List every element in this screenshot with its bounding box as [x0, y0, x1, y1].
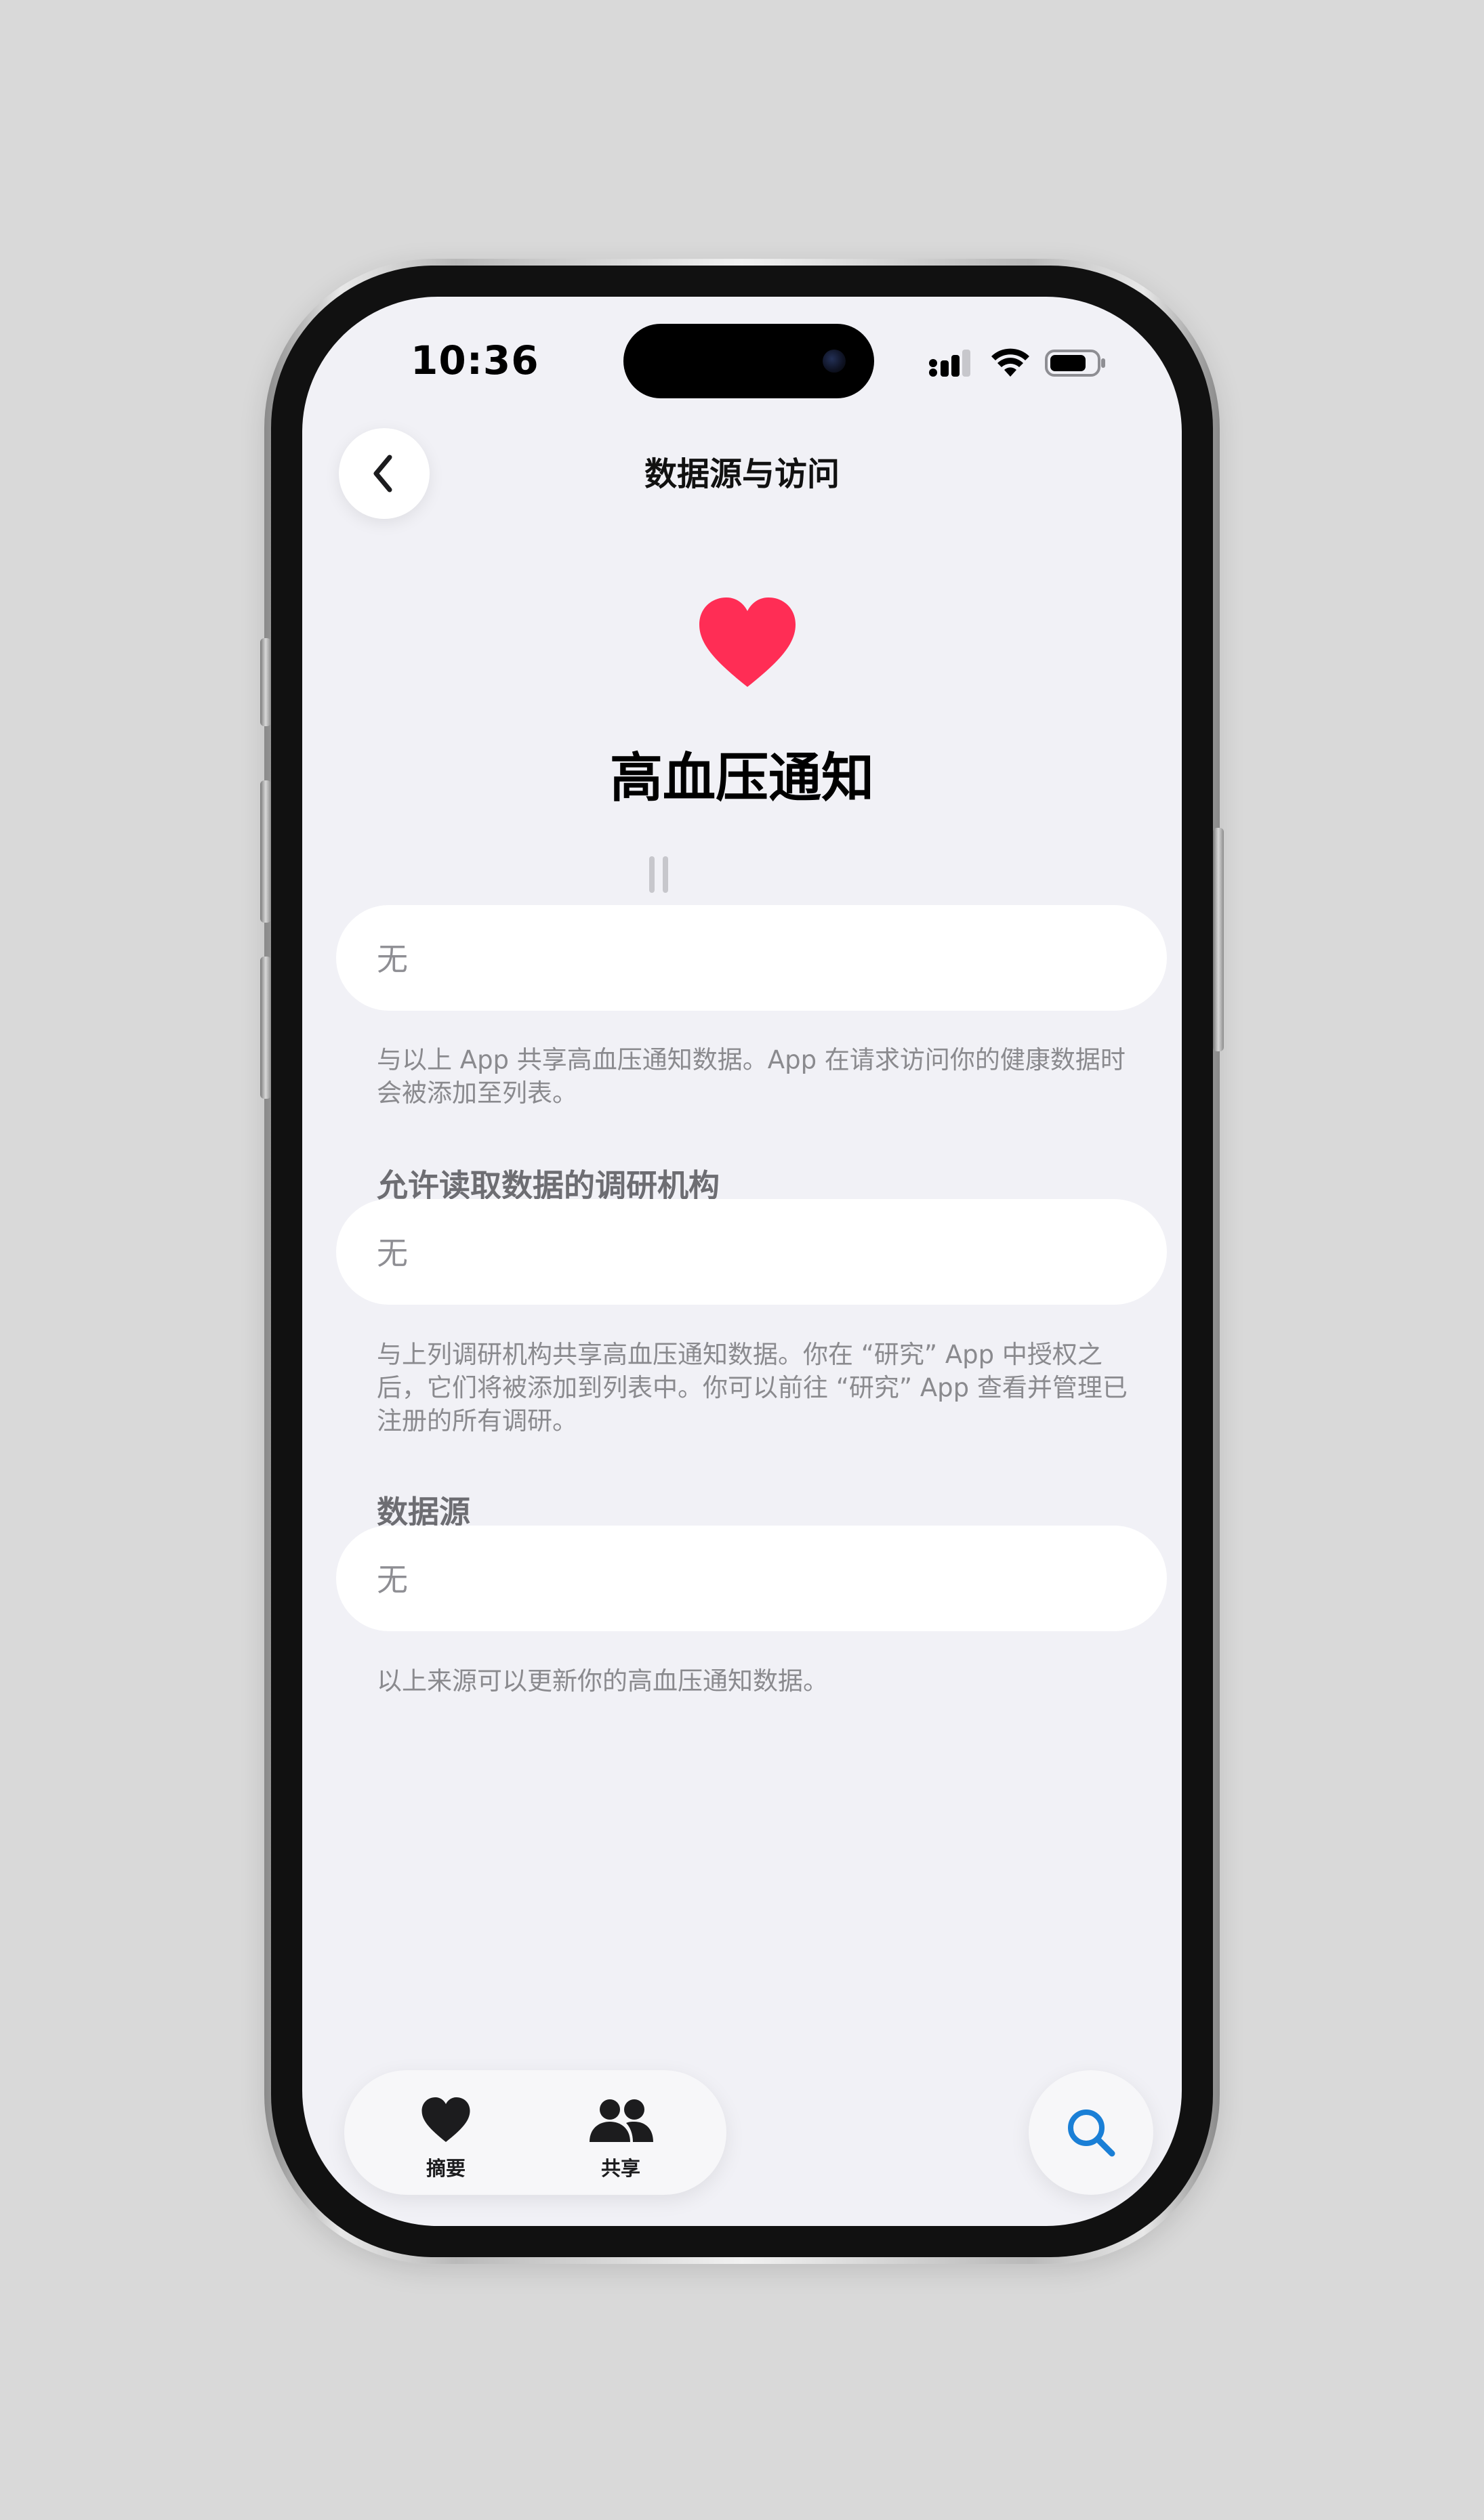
sources-card: 无: [336, 1526, 1167, 1631]
tab-summary[interactable]: 摘要: [378, 2091, 514, 2180]
sources-footnote: 以上来源可以更新你的高血压通知数据。: [377, 1666, 828, 1696]
volume-down-button: [260, 957, 271, 1099]
phone-bezel: 10:36 数据源与访问 高血压通知 无 与以上 App 共享高血压通知数据。A…: [271, 266, 1213, 2257]
research-footnote: 与上列调研机构共享高血压通知数据。你在 “研究” App 中授权之后，它们将被添…: [377, 1340, 1128, 1435]
sources-value: 无: [377, 1561, 408, 1598]
dynamic-island: [623, 324, 874, 398]
wifi-icon: [991, 348, 1029, 377]
cellular-signal-icon: [929, 350, 970, 377]
power-button: [1213, 828, 1224, 1051]
page-title: 高血压通知: [609, 748, 874, 809]
people-icon: [590, 2099, 653, 2142]
research-value: 无: [377, 1235, 408, 1272]
front-camera: [823, 350, 846, 373]
apps-value: 无: [377, 941, 408, 978]
screen: 10:36 数据源与访问 高血压通知 无 与以上 App 共享高血压通知数据。A…: [302, 297, 1182, 2226]
tab-bar: 摘要 共享: [344, 2070, 726, 2195]
volume-up-button: [260, 780, 271, 923]
tab-summary-label: 摘要: [426, 2157, 466, 2180]
tab-sharing-label: 共享: [600, 2157, 640, 2180]
research-card: 无: [336, 1199, 1167, 1305]
nav-title: 数据源与访问: [644, 455, 840, 493]
scroll-fade-mark: [648, 856, 672, 893]
status-icons: [928, 345, 1107, 379]
heart-icon: [699, 597, 796, 687]
action-button: [260, 638, 271, 726]
heart-fill-icon: [421, 2097, 470, 2142]
apps-footnote: 与以上 App 共享高血压通知数据。App 在请求访问你的健康数据时会被添加至列…: [377, 1045, 1126, 1108]
status-time: 10:36: [411, 337, 539, 383]
search-icon: [1068, 2109, 1115, 2157]
tab-sharing[interactable]: 共享: [553, 2091, 688, 2180]
battery-icon: [1045, 350, 1105, 377]
apps-card: 无: [336, 905, 1167, 1011]
search-button[interactable]: [1029, 2070, 1153, 2195]
phone-frame: 10:36 数据源与访问 高血压通知 无 与以上 App 共享高血压通知数据。A…: [260, 259, 1224, 2264]
